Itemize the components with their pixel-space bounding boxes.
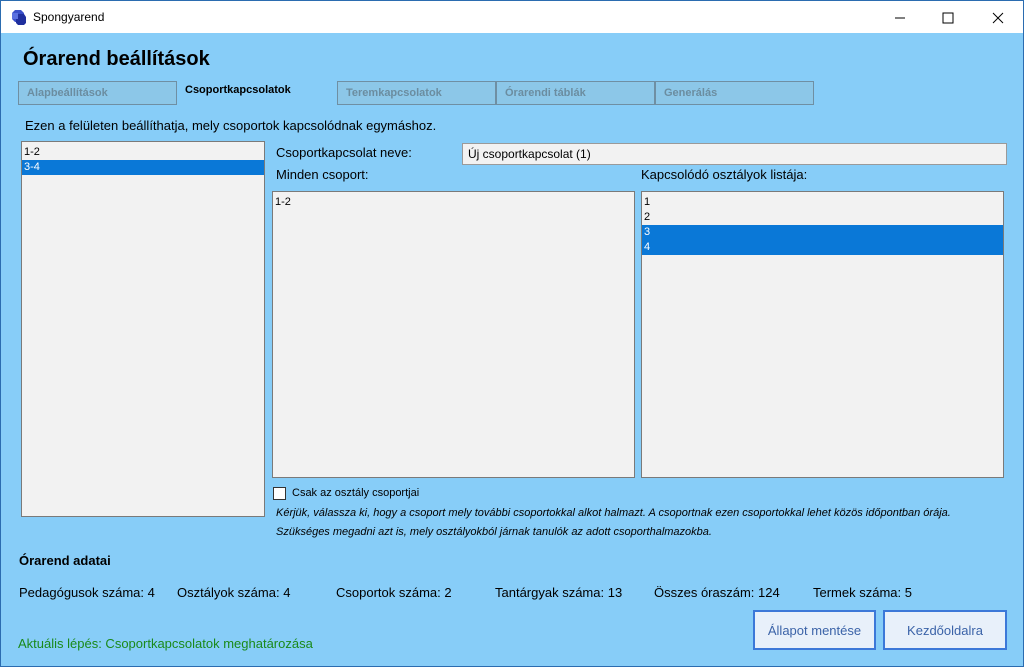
- list-item[interactable]: 1-2: [22, 145, 264, 160]
- group-link-name-input[interactable]: Új csoportkapcsolat (1): [462, 143, 1007, 165]
- stat-subjects: Tantárgyak száma: 13: [495, 585, 623, 600]
- all-groups-list[interactable]: 1-2: [272, 191, 635, 478]
- close-button[interactable]: [975, 1, 1021, 34]
- all-groups-label: Minden csoport:: [276, 167, 369, 182]
- tab-csoportkapcsolatok[interactable]: Csoportkapcsolatok: [177, 81, 337, 105]
- list-item[interactable]: 4: [642, 240, 1003, 255]
- list-item[interactable]: 3-4: [22, 160, 264, 175]
- classes-list[interactable]: 1 2 3 4: [641, 191, 1004, 478]
- page-title: Órarend beállítások: [23, 48, 210, 70]
- title-bar: Spongyarend: [0, 0, 1024, 33]
- list-item[interactable]: 1: [642, 195, 1003, 210]
- list-item[interactable]: 1-2: [273, 195, 634, 210]
- list-item[interactable]: 3: [642, 225, 1003, 240]
- class-groups-only-checkbox[interactable]: [273, 487, 286, 500]
- save-state-button[interactable]: Állapot mentése: [753, 610, 876, 650]
- current-step-status: Aktuális lépés: Csoportkapcsolatok megha…: [18, 636, 313, 651]
- minimize-button[interactable]: [877, 1, 923, 34]
- stat-groups: Csoportok száma: 2: [336, 585, 452, 600]
- stat-classes: Osztályok száma: 4: [177, 585, 291, 600]
- hint-text-line1: Kérjük, válassza ki, hogy a csoport mely…: [276, 507, 951, 519]
- maximize-icon: [942, 12, 954, 23]
- tab-alapbeallitasok[interactable]: Alapbeállítások: [18, 81, 177, 105]
- client-area: Órarend beállítások Alapbeállítások Csop…: [0, 33, 1024, 667]
- tab-teremkapcsolatok[interactable]: Teremkapcsolatok: [337, 81, 496, 105]
- page-description: Ezen a felületen beállíthatja, mely csop…: [25, 118, 437, 133]
- name-label: Csoportkapcsolat neve:: [276, 145, 412, 160]
- window-title: Spongyarend: [33, 10, 105, 24]
- app-cube-icon: [12, 10, 26, 25]
- tab-generalas[interactable]: Generálás: [655, 81, 814, 105]
- hint-text-line2: Szükséges megadni azt is, mely osztályok…: [276, 526, 712, 538]
- stat-total-hours: Összes óraszám: 124: [654, 585, 780, 600]
- group-links-list[interactable]: 1-2 3-4: [21, 141, 265, 517]
- maximize-button[interactable]: [925, 1, 971, 34]
- home-button[interactable]: Kezdőoldalra: [883, 610, 1007, 650]
- stat-rooms: Termek száma: 5: [813, 585, 912, 600]
- list-item[interactable]: 2: [642, 210, 1003, 225]
- tab-orarendi-tablak[interactable]: Órarendi táblák: [496, 81, 655, 105]
- close-icon: [992, 12, 1004, 23]
- summary-title: Órarend adatai: [19, 553, 111, 568]
- stat-teachers: Pedagógusok száma: 4: [19, 585, 155, 600]
- class-groups-only-label: Csak az osztály csoportjai: [292, 487, 420, 499]
- classes-label: Kapcsolódó osztályok listája:: [641, 167, 808, 182]
- minimize-icon: [895, 17, 905, 18]
